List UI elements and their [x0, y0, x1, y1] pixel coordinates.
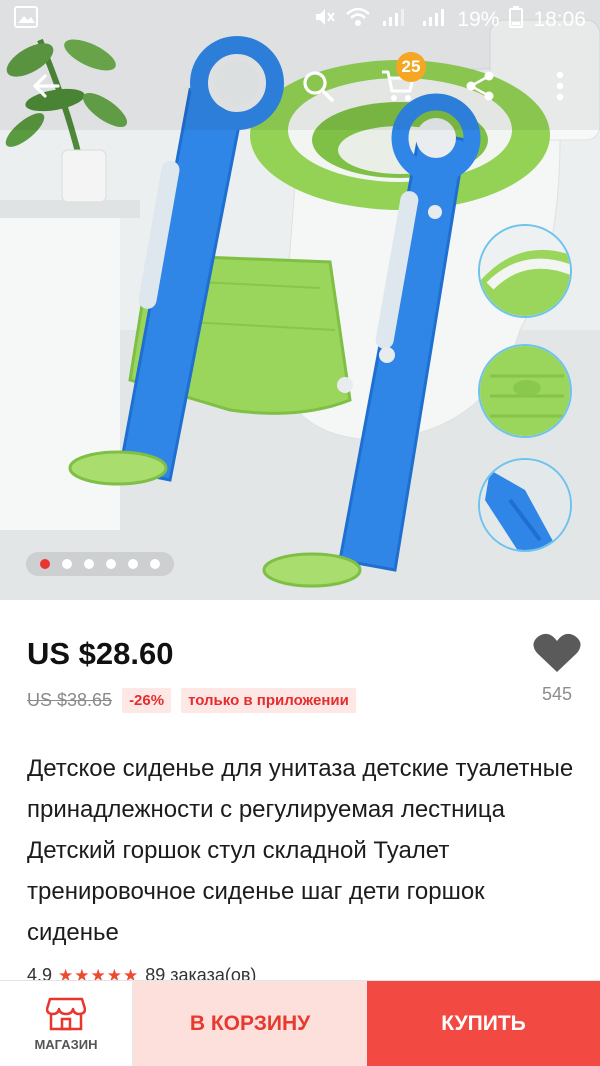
store-button[interactable]: МАГАЗИН: [0, 981, 133, 1066]
more-vertical-icon: [556, 71, 564, 101]
share-icon: [466, 71, 494, 101]
pager-dot-active: [40, 559, 50, 569]
store-icon: [46, 997, 86, 1030]
search-icon: [303, 71, 334, 102]
search-button[interactable]: [290, 58, 346, 114]
old-price: US $38.65: [27, 690, 113, 710]
bottom-action-bar: МАГАЗИН В КОРЗИНУ КУПИТЬ: [0, 980, 600, 1066]
arrow-left-icon: [33, 74, 60, 98]
mute-icon: [313, 6, 336, 34]
heart-icon: [533, 633, 581, 672]
product-gallery[interactable]: 19% 18:06 25: [0, 0, 600, 600]
clock: 18:06: [533, 8, 586, 31]
cart-button[interactable]: 25: [370, 52, 426, 114]
pager-dot: [128, 559, 138, 569]
app-only-badge: только в приложении: [181, 688, 356, 713]
battery-percent: 19%: [457, 8, 500, 31]
thumbnail-step-texture[interactable]: [478, 344, 572, 438]
discount-row: US $38.65 -26% только в приложении: [27, 688, 356, 713]
signal-2-icon: [421, 6, 447, 34]
buy-now-button[interactable]: КУПИТЬ: [367, 981, 600, 1066]
thumbnail-seat-closeup[interactable]: [478, 224, 572, 318]
wifi-icon: [345, 6, 371, 34]
add-to-cart-button[interactable]: В КОРЗИНУ: [133, 981, 367, 1066]
discount-badge: -26%: [122, 688, 172, 713]
back-button[interactable]: [18, 58, 74, 114]
store-label: МАГАЗИН: [34, 1036, 98, 1052]
pager-dot: [106, 559, 116, 569]
pager-dot: [62, 559, 72, 569]
pager-dot: [150, 559, 160, 569]
signal-icon: [381, 6, 411, 34]
wishlist-count: 545: [541, 684, 573, 704]
battery-icon: [509, 6, 524, 34]
wishlist-button[interactable]: [532, 632, 582, 674]
image-pager[interactable]: [26, 552, 174, 576]
cart-count-badge: 25: [396, 52, 426, 82]
thumbnail-frame-detail[interactable]: [478, 458, 572, 552]
product-title: Детское сиденье для унитаза детские туал…: [27, 755, 574, 946]
pager-dot: [84, 559, 94, 569]
top-action-bar: 25: [0, 52, 600, 124]
current-price: US $28.60: [27, 636, 174, 671]
status-bar: 19% 18:06: [0, 0, 600, 40]
gallery-notification-icon: [14, 6, 38, 34]
share-button[interactable]: [452, 58, 508, 114]
more-options-button[interactable]: [532, 58, 588, 114]
